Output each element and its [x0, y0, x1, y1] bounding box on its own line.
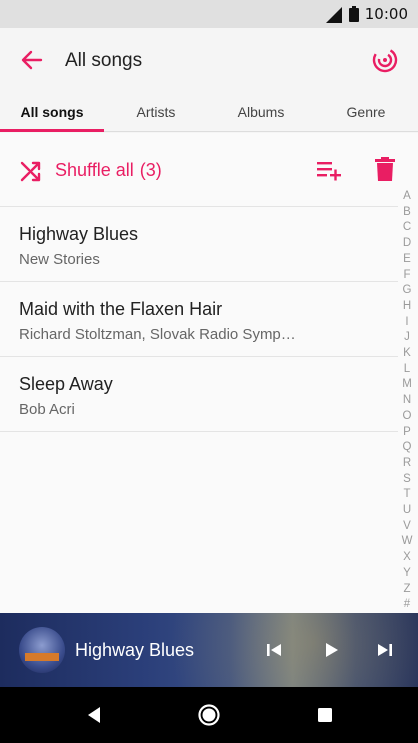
skip-next-icon[interactable]: [374, 639, 396, 661]
song-artist: New Stories: [19, 251, 100, 268]
alphabet-letter[interactable]: I: [405, 315, 408, 331]
system-nav-bar: [0, 687, 418, 743]
shuffle-all-button[interactable]: Shuffle all (3): [55, 160, 162, 181]
alphabet-letter[interactable]: N: [403, 393, 411, 409]
tab-all-songs[interactable]: All songs: [0, 92, 104, 132]
alphabet-letter[interactable]: C: [403, 220, 411, 236]
alphabet-letter[interactable]: M: [402, 377, 412, 393]
alphabet-letter[interactable]: B: [403, 205, 411, 221]
nav-recents-icon[interactable]: [313, 703, 337, 727]
shuffle-count: (3): [139, 160, 162, 180]
nav-home-icon[interactable]: [197, 703, 221, 727]
alphabet-letter[interactable]: P: [403, 425, 411, 441]
arrow-left-icon: [21, 50, 43, 70]
cast-icon: [372, 47, 398, 73]
tab-bar: All songs Artists Albums Genre: [0, 92, 418, 132]
app-bar: All songs: [0, 28, 418, 92]
now-playing-title: Highway Blues: [75, 640, 195, 660]
song-title: Highway Blues: [19, 224, 139, 244]
shuffle-all-label: Shuffle all: [55, 160, 134, 180]
alphabet-letter[interactable]: W: [402, 534, 413, 550]
alphabet-letter[interactable]: #: [404, 597, 410, 613]
alphabet-letter[interactable]: V: [403, 519, 411, 535]
album-art: [19, 627, 65, 673]
alphabet-letter[interactable]: O: [403, 409, 412, 425]
list-item[interactable]: Sleep Away Bob Acri: [0, 357, 398, 432]
song-title: Maid with the Flaxen Hair: [19, 299, 223, 319]
battery-icon: [349, 6, 359, 22]
alphabet-letter[interactable]: G: [403, 283, 412, 299]
alphabet-letter[interactable]: E: [403, 252, 411, 268]
alphabet-letter[interactable]: H: [403, 299, 411, 315]
tab-artists[interactable]: Artists: [104, 92, 208, 132]
status-bar: 10:00: [0, 0, 418, 28]
song-list: Highway Blues New Stories Maid with the …: [0, 207, 398, 432]
skip-previous-icon[interactable]: [263, 639, 285, 661]
playlist-add-icon[interactable]: [316, 159, 342, 183]
play-icon[interactable]: [320, 639, 342, 661]
nav-back-icon[interactable]: [82, 703, 106, 727]
list-item[interactable]: Maid with the Flaxen Hair Richard Stoltz…: [0, 282, 398, 357]
tab-albums[interactable]: Albums: [209, 92, 313, 132]
mini-player[interactable]: Highway Blues: [0, 613, 418, 687]
back-button[interactable]: [16, 44, 48, 76]
cast-button[interactable]: [368, 43, 402, 77]
trash-icon[interactable]: [375, 157, 395, 181]
alphabet-letter[interactable]: J: [404, 330, 410, 346]
alphabet-letter[interactable]: D: [403, 236, 411, 252]
alphabet-letter[interactable]: K: [403, 346, 411, 362]
page-title: All songs: [65, 50, 143, 71]
alphabet-letter[interactable]: Y: [403, 566, 411, 582]
shuffle-row: Shuffle all (3): [0, 133, 398, 207]
shuffle-icon[interactable]: [20, 160, 42, 182]
alphabet-letter[interactable]: Z: [403, 582, 410, 598]
tab-indicator: [0, 129, 104, 132]
tab-genre[interactable]: Genre: [314, 92, 418, 132]
alphabet-letter[interactable]: F: [403, 268, 410, 284]
alphabet-letter[interactable]: U: [403, 503, 411, 519]
alphabet-letter[interactable]: S: [403, 472, 411, 488]
alphabet-letter[interactable]: X: [403, 550, 411, 566]
alphabet-index[interactable]: A B C D E F G H I J K L M N O P Q R S T U V W X Y Z #: [399, 189, 415, 613]
status-time: 10:00: [364, 5, 408, 23]
song-title: Sleep Away: [19, 374, 113, 394]
signal-icon: [326, 7, 342, 23]
alphabet-letter[interactable]: Q: [403, 440, 412, 456]
alphabet-letter[interactable]: R: [403, 456, 411, 472]
song-artist: Bob Acri: [19, 401, 75, 418]
alphabet-letter[interactable]: T: [403, 487, 410, 503]
song-artist: Richard Stoltzman, Slovak Radio Symp…: [19, 326, 296, 343]
song-list-panel: Shuffle all (3) Highway Blues New Stories…: [0, 133, 418, 613]
alphabet-letter[interactable]: A: [403, 189, 411, 205]
alphabet-letter[interactable]: L: [404, 362, 410, 378]
list-item[interactable]: Highway Blues New Stories: [0, 207, 398, 282]
